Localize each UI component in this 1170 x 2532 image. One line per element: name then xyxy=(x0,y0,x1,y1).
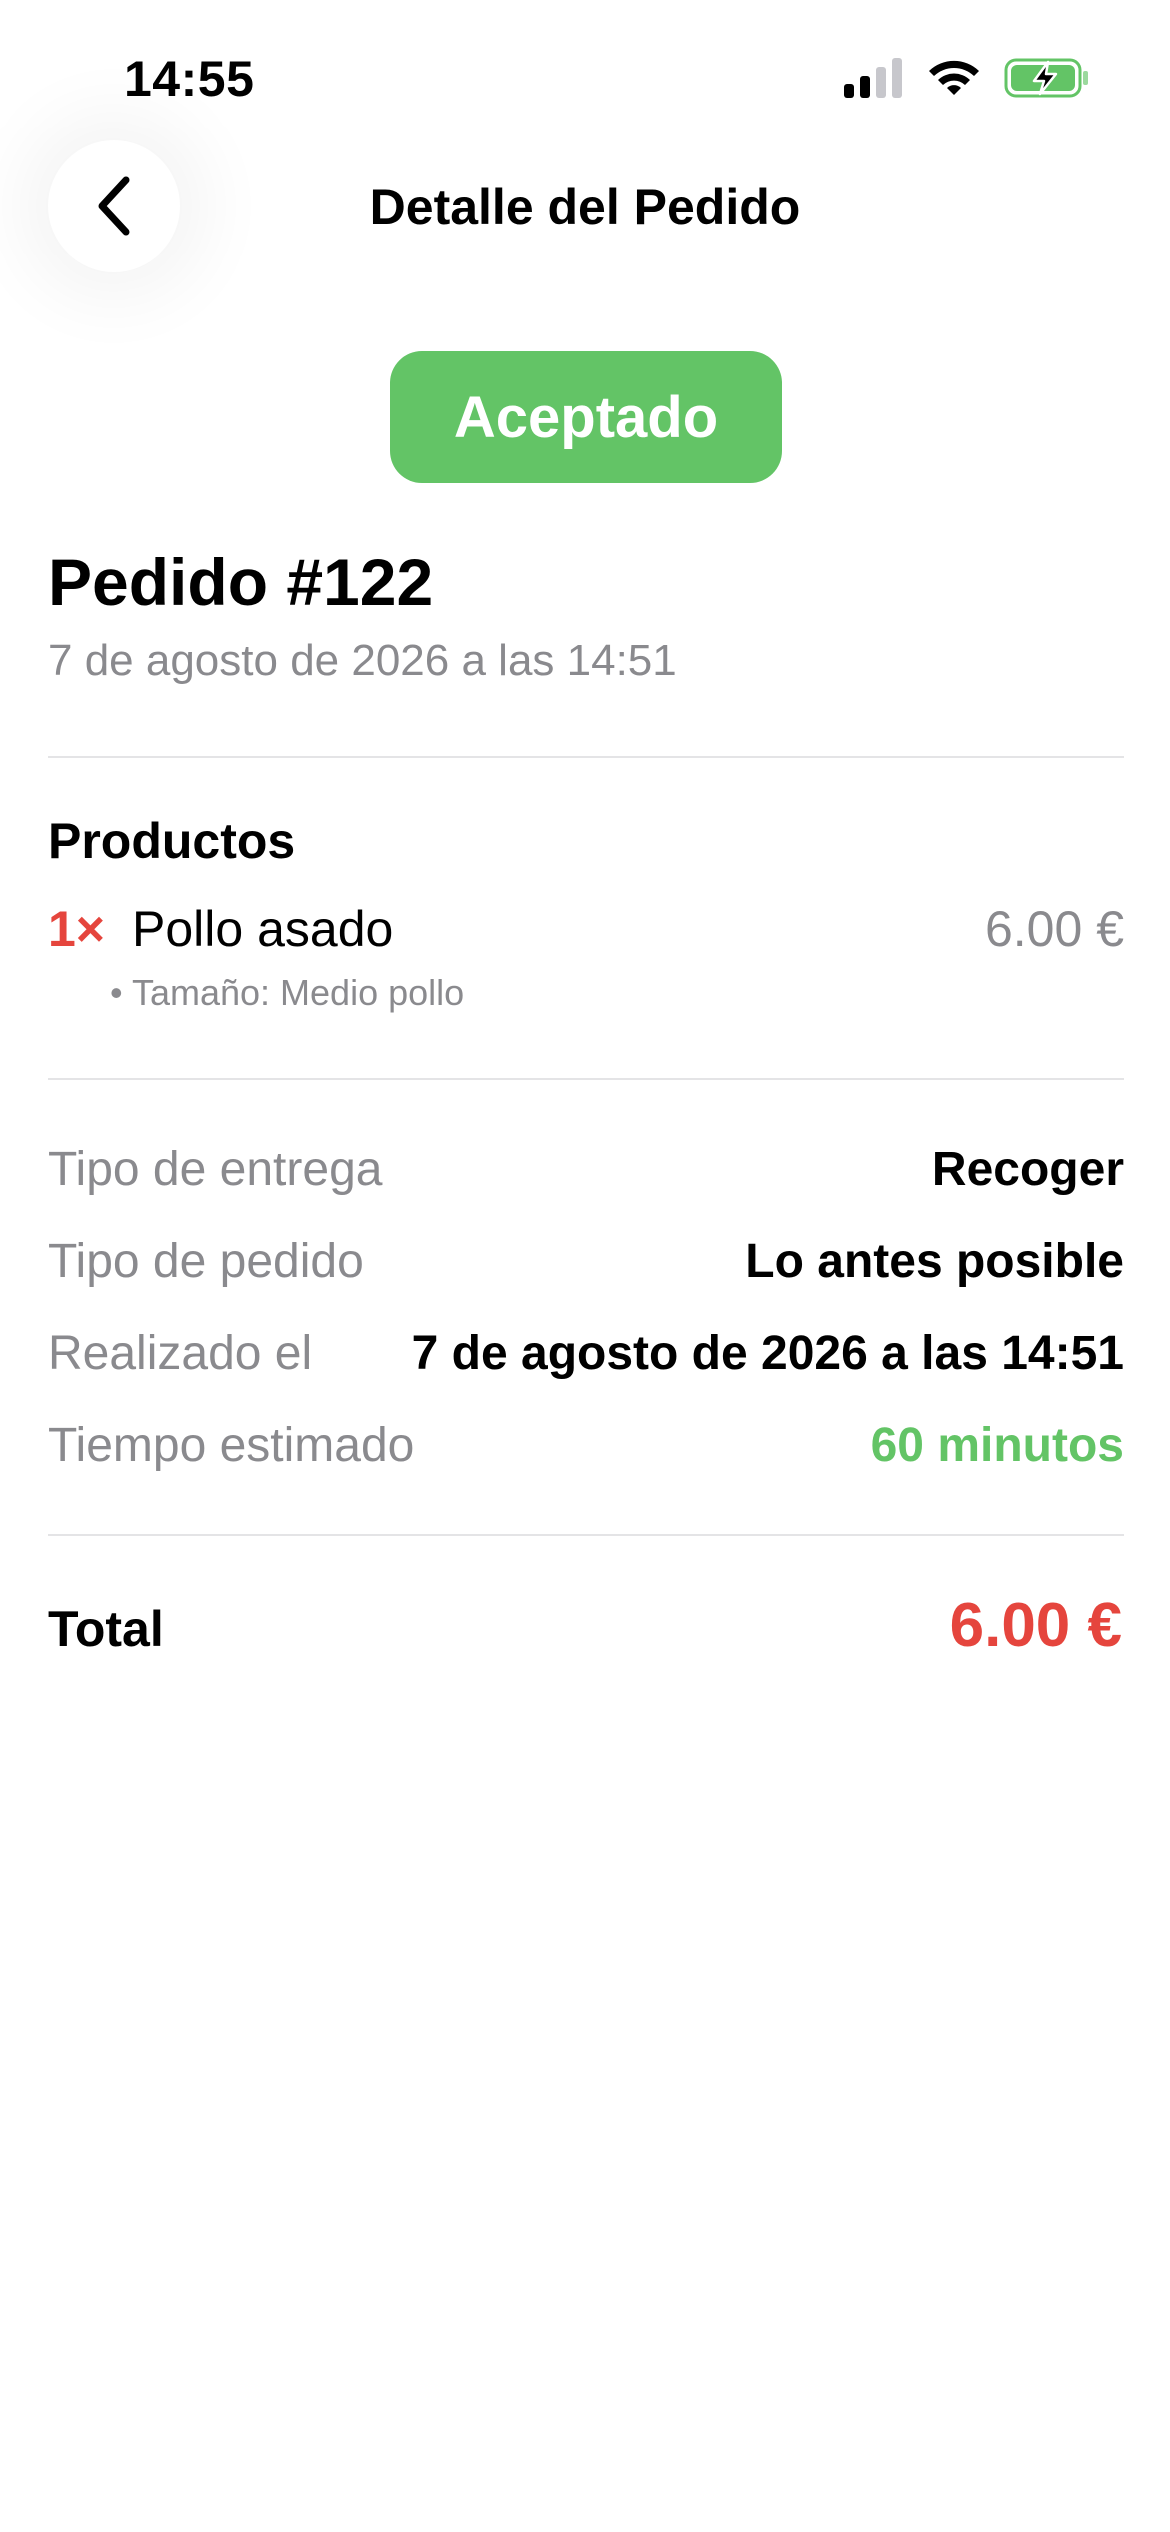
detail-label: Realizado el xyxy=(48,1327,313,1380)
wifi-icon xyxy=(929,60,979,95)
estimated-time-row: Tiempo estimado 60 minutos xyxy=(48,1418,1124,1488)
product-quantity: 1× xyxy=(48,901,106,957)
estimated-time-value: 60 minutos xyxy=(870,1419,1124,1472)
order-type-row: Tipo de pedido Lo antes posible xyxy=(48,1234,1124,1304)
product-price: 6.00 € xyxy=(984,901,1124,957)
detail-label: Tiempo estimado xyxy=(48,1419,415,1472)
order-date: 7 de agosto de 2026 a las 14:51 xyxy=(48,636,677,685)
status-icons xyxy=(844,54,1090,102)
placed-at-row: Realizado el 7 de agosto de 2026 a las 1… xyxy=(48,1326,1124,1396)
order-number: Pedido #122 xyxy=(48,545,434,619)
battery-charging-icon xyxy=(1004,58,1088,98)
status-time: 14:55 xyxy=(124,51,255,107)
products-section-title: Productos xyxy=(48,813,296,869)
order-type-value: Lo antes posible xyxy=(745,1235,1124,1288)
product-option: • Tamaño: Medio pollo xyxy=(110,972,465,1013)
order-status-badge: Aceptado xyxy=(390,351,782,483)
placed-at-value: 7 de agosto de 2026 a las 14:51 xyxy=(411,1327,1124,1380)
detail-label: Tipo de pedido xyxy=(48,1235,364,1288)
page-title: Detalle del Pedido xyxy=(369,179,801,235)
total-value: 6.00 € xyxy=(949,1591,1122,1660)
divider xyxy=(48,756,1124,758)
cellular-signal-icon xyxy=(844,58,902,98)
divider xyxy=(48,1078,1124,1080)
status-bar: 14:55 xyxy=(0,0,1170,150)
detail-label: Tipo de entrega xyxy=(48,1143,383,1196)
divider xyxy=(48,1534,1124,1536)
delivery-type-row: Tipo de entrega Recoger xyxy=(48,1142,1124,1212)
product-name: Pollo asado xyxy=(132,901,394,957)
delivery-type-value: Recoger xyxy=(931,1143,1124,1196)
total-label: Total xyxy=(48,1601,164,1657)
